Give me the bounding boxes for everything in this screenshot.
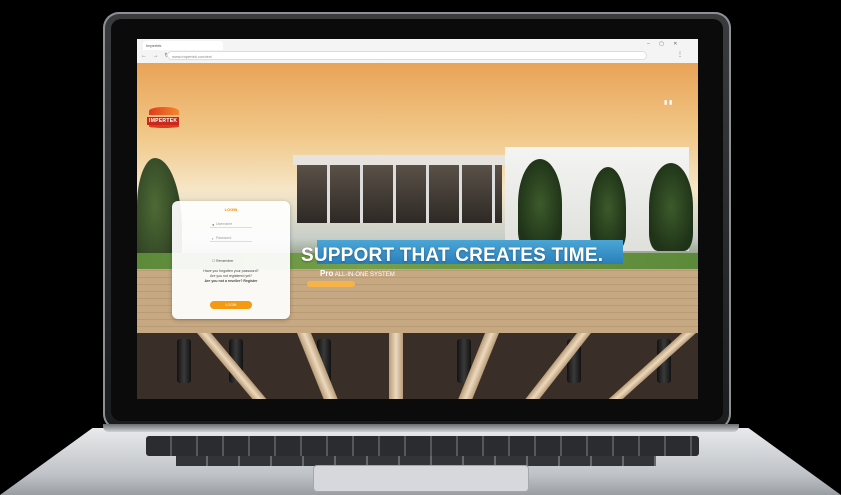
logo-swoosh <box>149 107 179 115</box>
user-icon: ● <box>212 222 215 227</box>
login-button[interactable]: LOGIN <box>210 301 252 309</box>
cypress-tree <box>590 167 626 249</box>
address-bar[interactable]: www.impertek.com/en/ <box>167 51 647 60</box>
browser-tab[interactable]: Impertek <box>143 41 223 50</box>
pergola-roof <box>293 155 505 165</box>
joist <box>389 333 403 399</box>
sub-brand: Pro <box>320 269 334 278</box>
remember-checkbox[interactable]: ☐ Remember <box>212 259 233 263</box>
menu-icon[interactable]: ⋮ <box>677 51 683 58</box>
login-help-text: Have you forgotten your password? Are yo… <box>180 269 282 284</box>
hero-subline: Pro ALL-IN-ONE SYSTEM <box>320 269 395 278</box>
window-frames <box>297 165 502 223</box>
window-controls[interactable]: – ▢ ✕ <box>647 41 681 47</box>
laptop-screen: Impertek – ▢ ✕ ← → ↻ www.impertek.com/en… <box>137 39 698 399</box>
keyboard <box>146 436 699 456</box>
deck-substructure <box>137 333 698 399</box>
browser-toolbar: Impertek – ▢ ✕ ← → ↻ www.impertek.com/en… <box>137 39 698 64</box>
register-link[interactable]: Are you not a reseller? Register <box>205 279 258 283</box>
cypress-tree <box>649 163 693 251</box>
laptop-hinge <box>103 424 739 432</box>
logo-underline <box>149 125 179 128</box>
hero-banner: IMPERTEK ▮ ▮ LOGIN Username ● Password ▪… <box>137 63 698 399</box>
keyboard-row <box>176 456 656 466</box>
language-switch[interactable]: ▮ ▮ <box>664 99 672 106</box>
remember-label: Remember <box>216 259 234 263</box>
login-card: LOGIN Username ● Password ▪ ☐ Remember H… <box>172 201 290 319</box>
login-title: LOGIN <box>224 207 238 212</box>
cypress-tree <box>518 159 562 249</box>
hero-cta-button[interactable] <box>307 281 355 287</box>
trackpad <box>314 466 528 491</box>
username-field[interactable]: Username <box>210 221 252 228</box>
hero-headline: SUPPORT THAT CREATES TIME. <box>301 245 604 266</box>
lock-icon: ▪ <box>212 236 214 241</box>
sub-text: ALL-IN-ONE SYSTEM <box>334 272 395 278</box>
password-field[interactable]: Password <box>210 235 252 242</box>
logo[interactable]: IMPERTEK <box>147 117 180 125</box>
pedestal-support <box>177 339 191 383</box>
